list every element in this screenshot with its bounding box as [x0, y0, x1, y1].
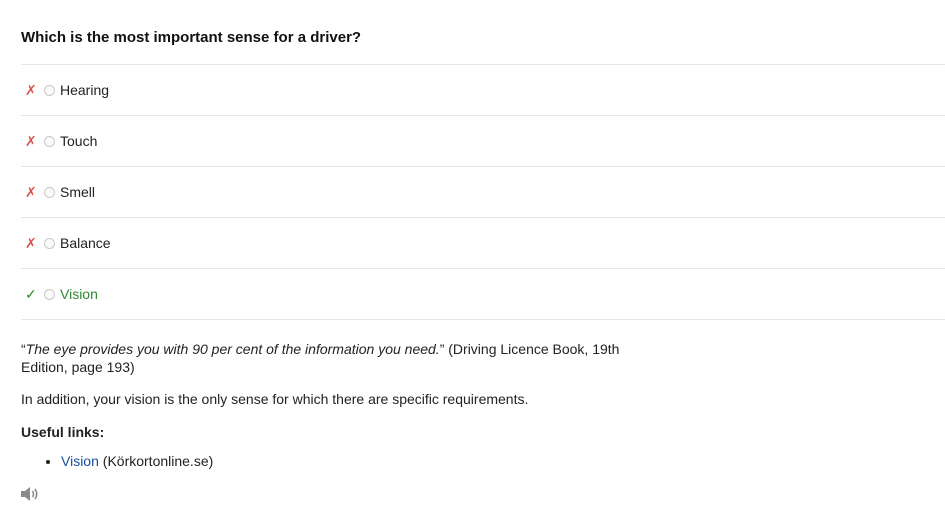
radio-button[interactable]: [44, 237, 55, 249]
list-item: Vision (Körkortonline.se): [61, 452, 621, 470]
radio-button[interactable]: [44, 84, 55, 96]
answer-options: ✗ Hearing ✗ Touch ✗ Smell ✗ Balance ✓ Vi…: [21, 64, 945, 320]
option-label: Smell: [60, 184, 96, 200]
explanation-addition: In addition, your vision is the only sen…: [21, 391, 529, 407]
vision-link[interactable]: Vision: [61, 453, 99, 469]
useful-links-list: Vision (Körkortonline.se): [21, 452, 621, 470]
incorrect-mark-icon: ✗: [25, 81, 37, 98]
option-hearing[interactable]: ✗ Hearing: [21, 65, 945, 116]
explanation: “The eye provides you with 90 per cent o…: [21, 340, 621, 470]
correct-mark-icon: ✓: [25, 285, 37, 302]
question-title: Which is the most important sense for a …: [21, 29, 362, 46]
option-touch[interactable]: ✗ Touch: [21, 116, 945, 167]
radio-button[interactable]: [44, 135, 55, 147]
option-smell[interactable]: ✗ Smell: [21, 167, 945, 218]
option-label: Touch: [60, 133, 98, 149]
option-label: Balance: [60, 235, 111, 251]
option-vision[interactable]: ✓ Vision: [21, 269, 945, 320]
speaker-icon[interactable]: [20, 486, 40, 502]
quote-text: The eye provides you with 90 per cent of…: [25, 341, 440, 357]
option-label: Vision: [60, 286, 98, 302]
incorrect-mark-icon: ✗: [25, 132, 37, 149]
option-balance[interactable]: ✗ Balance: [21, 218, 945, 269]
radio-button[interactable]: [44, 186, 55, 198]
link-source: (Körkortonline.se): [98, 453, 214, 469]
explanation-quote-paragraph: “The eye provides you with 90 per cent o…: [21, 340, 621, 376]
useful-links-heading: Useful links:: [21, 424, 105, 440]
incorrect-mark-icon: ✗: [25, 183, 37, 200]
incorrect-mark-icon: ✗: [25, 234, 37, 251]
radio-button[interactable]: [44, 288, 55, 300]
option-label: Hearing: [60, 82, 110, 98]
